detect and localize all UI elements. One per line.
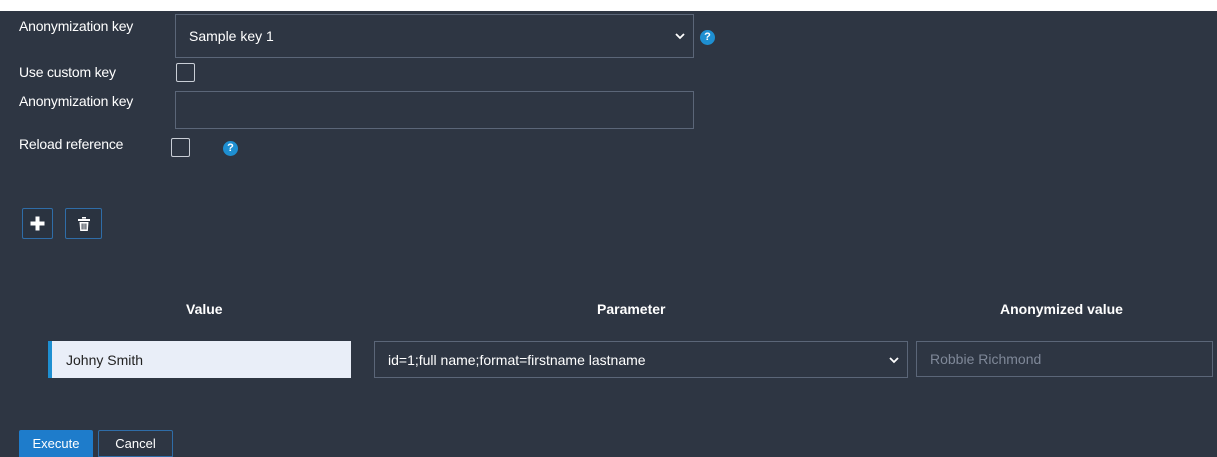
custom-key-input[interactable] bbox=[175, 91, 694, 129]
anonymized-value-text: Robbie Richmond bbox=[930, 351, 1042, 367]
help-icon[interactable]: ? bbox=[223, 141, 238, 156]
use-custom-key-checkbox[interactable] bbox=[176, 63, 195, 82]
execute-button[interactable]: Execute bbox=[19, 430, 93, 457]
value-input[interactable]: Johny Smith bbox=[48, 341, 351, 378]
column-header-parameter: Parameter bbox=[597, 301, 666, 317]
chevron-down-icon bbox=[889, 356, 899, 363]
custom-key-label: Anonymization key bbox=[19, 93, 134, 109]
parameter-selected-value: id=1;full name;format=firstname lastname bbox=[388, 351, 646, 368]
parameter-select[interactable]: id=1;full name;format=firstname lastname bbox=[374, 341, 908, 378]
anonymization-key-selected-value: Sample key 1 bbox=[189, 28, 274, 44]
delete-row-button[interactable] bbox=[65, 208, 102, 239]
use-custom-key-label: Use custom key bbox=[19, 64, 116, 80]
reload-reference-label: Reload reference bbox=[19, 136, 124, 152]
top-strip bbox=[0, 0, 1217, 11]
anonymized-value-output: Robbie Richmond bbox=[916, 341, 1213, 377]
trash-icon bbox=[77, 216, 90, 231]
column-header-value: Value bbox=[186, 301, 223, 317]
column-header-anonymized-value: Anonymized value bbox=[1000, 301, 1123, 317]
help-icon[interactable]: ? bbox=[700, 30, 715, 45]
reload-reference-checkbox[interactable] bbox=[171, 138, 190, 157]
plus-icon bbox=[30, 216, 45, 231]
anonymization-key-label: Anonymization key bbox=[19, 18, 134, 34]
value-text: Johny Smith bbox=[66, 351, 144, 368]
cancel-button[interactable]: Cancel bbox=[98, 430, 173, 457]
anonymization-key-select[interactable]: Sample key 1 bbox=[175, 14, 694, 58]
add-row-button[interactable] bbox=[22, 208, 53, 239]
chevron-down-icon bbox=[675, 33, 685, 40]
